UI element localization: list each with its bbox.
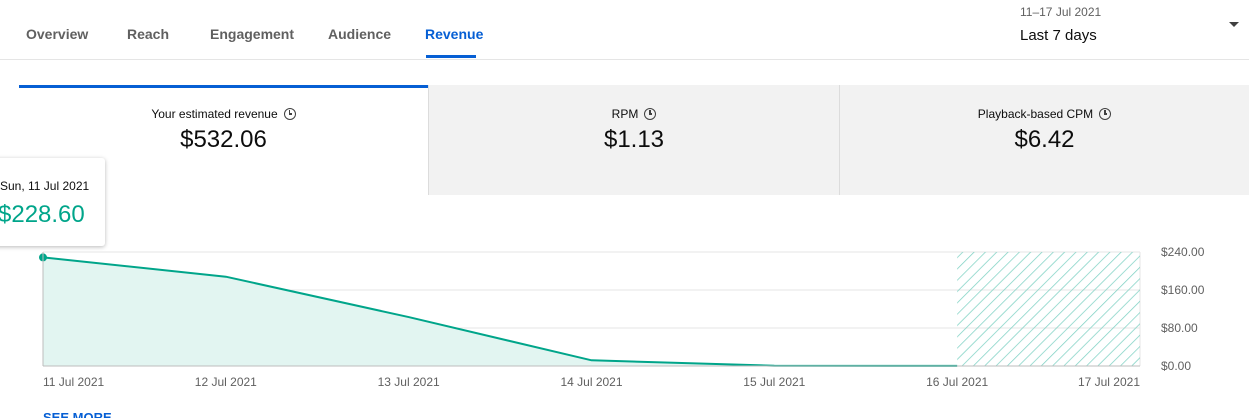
chart-tooltip: Sun, 11 Jul 2021 $228.60 — [0, 158, 105, 246]
date-range-dropdown[interactable]: 11–17 Jul 2021 Last 7 days — [1020, 4, 1245, 48]
metric-value: $6.42 — [1014, 126, 1075, 153]
tooltip-value: $228.60 — [0, 201, 85, 228]
y-tick-label: $0.00 — [1161, 359, 1191, 373]
metric-label: Your estimated revenue — [151, 106, 278, 121]
metric-card-rpm[interactable]: RPM $1.13 — [428, 85, 839, 195]
active-card-indicator — [19, 85, 428, 88]
metric-label: RPM — [611, 106, 639, 121]
tab-reach[interactable]: Reach — [127, 26, 169, 42]
revenue-chart[interactable]: $0.00 $80.00 $160.00 $240.00 11 Jul 2021 12 J… — [0, 230, 1249, 400]
y-tick-label: $160.00 — [1161, 283, 1205, 297]
x-tick-label: 17 Jul 2021 — [1078, 375, 1140, 389]
x-tick-label: 16 Jul 2021 — [926, 375, 988, 389]
revenue-area — [43, 257, 958, 366]
y-tick-label: $240.00 — [1161, 245, 1205, 259]
tab-audience[interactable]: Audience — [328, 26, 391, 42]
x-tick-label: 15 Jul 2021 — [743, 375, 805, 389]
clock-icon[interactable] — [1099, 107, 1112, 120]
x-tick-label: 12 Jul 2021 — [195, 375, 257, 389]
x-tick-label: 14 Jul 2021 — [560, 375, 622, 389]
clock-icon[interactable] — [283, 107, 296, 120]
tab-bar: Overview Reach Engagement Audience Reven… — [0, 0, 1249, 60]
see-more-link[interactable]: SEE MORE — [43, 410, 112, 418]
metric-value: $532.06 — [180, 126, 267, 153]
date-range-label: Last 7 days — [1020, 27, 1097, 44]
metric-value: $1.13 — [603, 126, 665, 153]
tooltip-date: Sun, 11 Jul 2021 — [0, 179, 90, 193]
x-tick-label: 11 Jul 2021 — [43, 375, 104, 389]
incomplete-data-region — [957, 252, 1140, 366]
clock-icon[interactable] — [644, 107, 657, 120]
active-tab-indicator — [426, 55, 476, 58]
date-range-dates: 11–17 Jul 2021 — [1020, 5, 1102, 19]
y-tick-label: $80.00 — [1161, 321, 1198, 335]
tab-engagement[interactable]: Engagement — [210, 26, 294, 42]
metric-card-playback-cpm[interactable]: Playback-based CPM $6.42 — [839, 85, 1249, 195]
caret-down-icon — [1229, 22, 1239, 27]
tab-revenue[interactable]: Revenue — [425, 26, 483, 42]
x-tick-label: 13 Jul 2021 — [378, 375, 440, 389]
metric-label: Playback-based CPM — [977, 106, 1094, 121]
tab-overview[interactable]: Overview — [26, 26, 88, 42]
